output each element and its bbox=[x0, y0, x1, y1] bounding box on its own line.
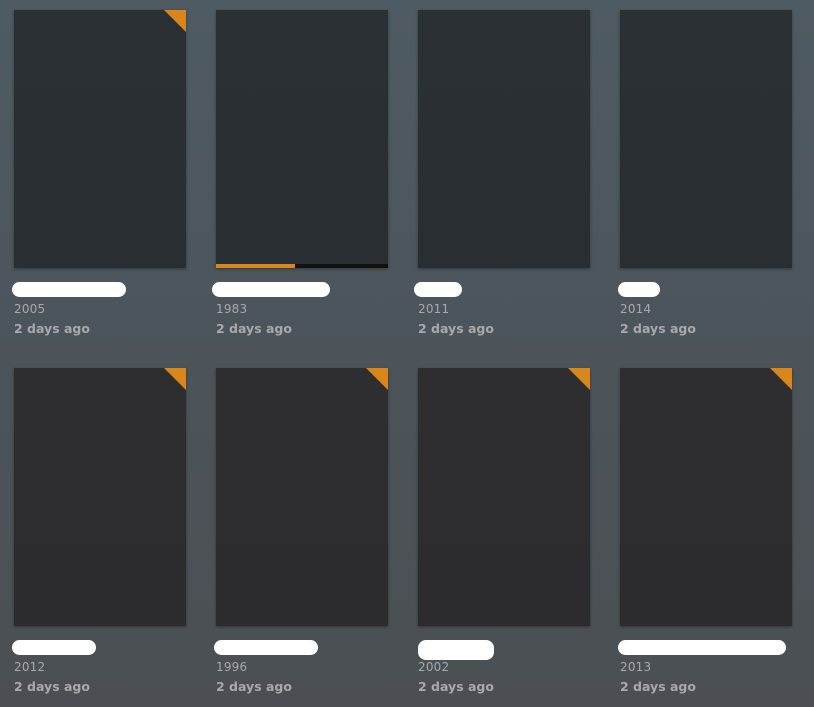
year-label: 2013 bbox=[620, 660, 652, 674]
added-label: 2 days ago bbox=[14, 321, 90, 336]
added-label: 2 days ago bbox=[620, 321, 696, 336]
media-card[interactable]: 2002 2 days ago bbox=[418, 368, 590, 703]
title-redacted[interactable] bbox=[12, 282, 126, 297]
poster[interactable] bbox=[216, 368, 388, 626]
poster[interactable] bbox=[216, 10, 388, 268]
poster[interactable] bbox=[418, 368, 590, 626]
unwatched-badge bbox=[770, 368, 792, 390]
title-redacted[interactable] bbox=[418, 640, 494, 660]
year-label: 2012 bbox=[14, 660, 46, 674]
title-redacted[interactable] bbox=[414, 282, 462, 297]
progress-bar bbox=[216, 264, 388, 268]
added-label: 2 days ago bbox=[620, 679, 696, 694]
added-label: 2 days ago bbox=[418, 679, 494, 694]
progress-fill bbox=[216, 264, 296, 268]
media-card[interactable]: 2005 2 days ago bbox=[12, 10, 186, 345]
unwatched-badge bbox=[366, 368, 388, 390]
media-card[interactable]: 2013 2 days ago bbox=[618, 368, 792, 703]
unwatched-badge bbox=[164, 10, 186, 32]
media-card[interactable]: 2012 2 days ago bbox=[12, 368, 186, 703]
title-redacted[interactable] bbox=[212, 282, 330, 297]
unwatched-badge bbox=[164, 368, 186, 390]
poster[interactable] bbox=[14, 368, 186, 626]
year-label: 1996 bbox=[216, 660, 248, 674]
year-label: 2014 bbox=[620, 302, 652, 316]
title-redacted[interactable] bbox=[618, 282, 660, 297]
year-label: 2005 bbox=[14, 302, 46, 316]
year-label: 2002 bbox=[418, 660, 450, 674]
unwatched-badge bbox=[568, 368, 590, 390]
poster[interactable] bbox=[418, 10, 590, 268]
added-label: 2 days ago bbox=[216, 321, 292, 336]
poster[interactable] bbox=[14, 10, 186, 268]
added-label: 2 days ago bbox=[14, 679, 90, 694]
added-label: 2 days ago bbox=[418, 321, 494, 336]
title-redacted[interactable] bbox=[618, 640, 786, 655]
media-grid: 2005 2 days ago 1983 2 days ago 2011 2 d… bbox=[0, 0, 814, 707]
media-card[interactable]: 1996 2 days ago bbox=[214, 368, 388, 703]
poster[interactable] bbox=[620, 368, 792, 626]
media-card[interactable]: 2011 2 days ago bbox=[414, 10, 590, 345]
added-label: 2 days ago bbox=[216, 679, 292, 694]
media-card[interactable]: 2014 2 days ago bbox=[618, 10, 792, 345]
media-card[interactable]: 1983 2 days ago bbox=[212, 10, 388, 345]
title-redacted[interactable] bbox=[12, 640, 96, 655]
year-label: 1983 bbox=[216, 302, 248, 316]
poster[interactable] bbox=[620, 10, 792, 268]
year-label: 2011 bbox=[418, 302, 450, 316]
title-redacted[interactable] bbox=[214, 640, 318, 655]
